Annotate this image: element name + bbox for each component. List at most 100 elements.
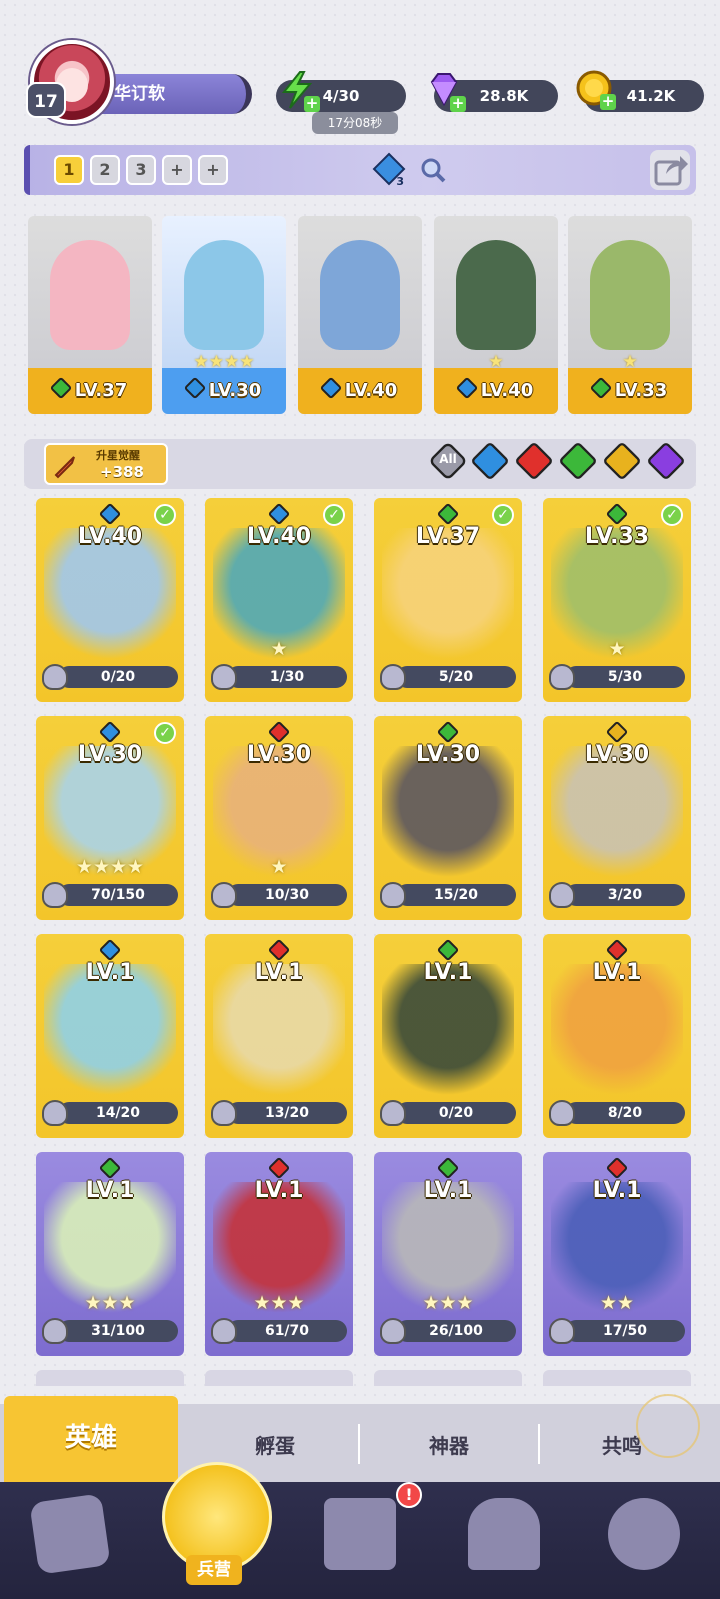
shard-icon — [42, 1100, 68, 1126]
hero-level: LV.40 — [246, 524, 312, 549]
mushroom-icon[interactable] — [608, 1498, 680, 1570]
coins-plus-icon[interactable]: + — [600, 94, 616, 110]
cards-icon[interactable] — [29, 1493, 111, 1575]
map-icon[interactable] — [324, 1498, 396, 1570]
team-hero-card[interactable]: ★★★★ LV.30 — [162, 216, 286, 414]
element-gem-icon — [98, 720, 122, 744]
hero-card[interactable]: LV.1 0/20 — [374, 934, 522, 1138]
hero-level: LV.1 — [254, 1178, 304, 1203]
team-slot-add-1[interactable]: + — [162, 155, 192, 185]
element-gem-icon — [436, 1156, 460, 1180]
tab-separator — [538, 1424, 540, 1464]
next-row-peek — [543, 1370, 691, 1386]
team-hero-card[interactable]: ★ LV.33 — [568, 216, 692, 414]
hero-level: LV.1 — [423, 1178, 473, 1203]
gem-icon: + — [424, 70, 466, 112]
hero-card[interactable]: LV.40 0/20 ✓ — [36, 498, 184, 702]
upgrade-awaken-button[interactable]: 升星觉醒 +388 — [44, 443, 168, 485]
hero-card[interactable]: LV.1 ★★★ 61/70 — [205, 1152, 353, 1356]
hero-level: LV.1 — [592, 1178, 642, 1203]
hero-portrait — [382, 746, 514, 886]
team-slot-add-2[interactable]: + — [198, 155, 228, 185]
team-slot-2[interactable]: 2 — [90, 155, 120, 185]
magnifier-icon[interactable] — [420, 157, 446, 183]
tab-heroes[interactable]: 英雄 — [4, 1396, 178, 1482]
hero-stars: ★★★ — [253, 1292, 305, 1314]
hero-level: LV.30 — [415, 742, 481, 767]
upgrade-label: 升星觉醒 — [96, 449, 140, 462]
shard-progress: 0/20 — [396, 1102, 516, 1124]
notification-badge: ! — [396, 1482, 422, 1508]
hero-level-text: LV.33 — [614, 380, 668, 401]
shard-icon — [380, 882, 406, 908]
element-gem-icon — [436, 938, 460, 962]
hero-card[interactable]: LV.30 ★★★★ 70/150 ✓ — [36, 716, 184, 920]
team-element-icon[interactable]: 3 — [372, 152, 406, 188]
shard-progress: 70/150 — [58, 884, 178, 906]
team-hero-card[interactable]: ★ LV.40 — [434, 216, 558, 414]
gems-value: 28.8K — [479, 87, 529, 105]
gems-plus-icon[interactable]: + — [450, 96, 466, 112]
hero-card[interactable]: LV.1 8/20 — [543, 934, 691, 1138]
player-level-badge: 17 — [26, 82, 66, 118]
hero-level: LV.40 — [77, 524, 143, 549]
element-gem-icon — [455, 376, 479, 400]
player-name[interactable]: 华订软 — [96, 74, 252, 114]
hero-level: LV.37 — [415, 524, 481, 549]
castle-icon[interactable] — [468, 1498, 540, 1570]
coins-value: 41.2K — [626, 87, 676, 105]
hero-card[interactable]: LV.33 ★ 5/30 ✓ — [543, 498, 691, 702]
hero-card[interactable]: LV.1 14/20 — [36, 934, 184, 1138]
team-slot-1[interactable]: 1 — [54, 155, 84, 185]
shard-icon — [549, 1318, 575, 1344]
hero-level-text: LV.40 — [344, 380, 398, 401]
energy-plus-icon[interactable]: + — [304, 96, 320, 112]
shard-progress: 17/50 — [565, 1320, 685, 1342]
next-row-peek — [205, 1370, 353, 1386]
floating-ring-button[interactable] — [636, 1394, 700, 1458]
hero-stars: ★ — [270, 856, 288, 878]
element-gem-icon — [319, 376, 343, 400]
energy-value: 4/30 — [322, 87, 360, 105]
hero-card[interactable]: LV.37 5/20 ✓ — [374, 498, 522, 702]
hero-stars: ★★ — [599, 1292, 635, 1314]
shard-icon — [549, 1100, 575, 1126]
hero-level: LV.30 — [246, 742, 312, 767]
element-gem-icon — [98, 1156, 122, 1180]
hero-portrait — [44, 528, 176, 668]
hero-card[interactable]: LV.1 ★★★ 31/100 — [36, 1152, 184, 1356]
team-hero-card[interactable]: LV.37 — [28, 216, 152, 414]
team-hero-card[interactable]: LV.40 — [298, 216, 422, 414]
hero-card[interactable]: LV.40 ★ 1/30 ✓ — [205, 498, 353, 702]
hero-portrait — [382, 528, 514, 668]
shard-progress: 15/20 — [396, 884, 516, 906]
shard-progress: 26/100 — [396, 1320, 516, 1342]
element-gem-icon — [436, 720, 460, 744]
upgrade-value: +388 — [100, 463, 144, 481]
element-gem-icon — [98, 502, 122, 526]
hero-level: LV.30 — [77, 742, 143, 767]
hero-card[interactable]: LV.30 ★ 10/30 — [205, 716, 353, 920]
hero-card[interactable]: LV.1 ★★ 17/50 — [543, 1152, 691, 1356]
share-icon[interactable] — [650, 150, 690, 190]
filter-all-label: All — [439, 452, 457, 466]
team-slot-3[interactable]: 3 — [126, 155, 156, 185]
hero-stars: ★★★ — [422, 1292, 474, 1314]
nav-active-label: 兵营 — [186, 1555, 242, 1585]
shard-progress: 61/70 — [227, 1320, 347, 1342]
hero-card[interactable]: LV.30 15/20 — [374, 716, 522, 920]
hero-stars: ★ — [608, 638, 626, 660]
shard-icon — [211, 882, 237, 908]
hero-card[interactable]: LV.30 3/20 — [543, 716, 691, 920]
hero-card[interactable]: LV.1 13/20 — [205, 934, 353, 1138]
hero-portrait — [590, 240, 670, 350]
shard-icon — [380, 664, 406, 690]
hero-card[interactable]: LV.1 ★★★ 26/100 — [374, 1152, 522, 1356]
shard-icon — [549, 664, 575, 690]
energy-timer: 17分08秒 — [312, 112, 398, 134]
element-gem-icon — [605, 720, 629, 744]
hero-stars: ★★★ — [84, 1292, 136, 1314]
tab-artifacts[interactable]: 神器 — [362, 1404, 536, 1482]
element-gem-icon — [267, 502, 291, 526]
shard-progress: 5/20 — [396, 666, 516, 688]
